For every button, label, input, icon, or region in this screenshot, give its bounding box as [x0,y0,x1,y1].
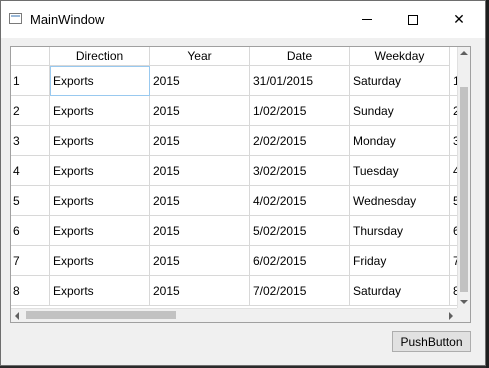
table-cell[interactable]: Monday [350,126,450,156]
table-cell[interactable]: 2015 [150,216,250,246]
table-cell[interactable]: 6/02/2015 [250,246,350,276]
table-view[interactable]: Direction Year Date Weekday 1 Exports 2015 31/0… [10,46,471,323]
table-cell[interactable]: 8 [450,276,457,306]
table-cell[interactable]: 5/02/2015 [250,216,350,246]
scroll-up-icon[interactable] [460,51,468,55]
scroll-down-icon[interactable] [460,300,468,304]
horizontal-scroll-thumb[interactable] [26,311,176,319]
window-title: MainWindow [30,12,105,27]
table-cell[interactable]: 6 [450,216,457,246]
vertical-scroll-thumb[interactable] [460,87,468,292]
table-cell[interactable]: 1/02/2015 [250,96,350,126]
table-cell[interactable]: Saturday [350,276,450,306]
table-cell[interactable]: Tuesday [350,156,450,186]
table-cell[interactable]: Exports [50,66,150,96]
table-cell[interactable]: 3 [450,126,457,156]
table-cell[interactable]: 2015 [150,96,250,126]
table-cell[interactable]: Sunday [350,96,450,126]
table-cell[interactable]: 4/02/2015 [250,186,350,216]
table-cell[interactable]: 2 [450,96,457,126]
scroll-left-icon[interactable] [15,312,19,320]
table-cell[interactable]: 5 [450,186,457,216]
column-header-year[interactable]: Year [150,47,250,66]
column-header-date[interactable]: Date [250,47,350,66]
table-cell[interactable]: 2015 [150,276,250,306]
table-cell[interactable]: Exports [50,276,150,306]
table-cell[interactable]: Exports [50,156,150,186]
row-header[interactable]: 2 [11,96,50,126]
table-cell[interactable]: 1 [450,66,457,96]
row-header[interactable]: 3 [11,126,50,156]
scrollbar-corner [457,308,470,322]
main-window: MainWindow ✕ Direction Year Date Weekday 1 Ex… [0,0,486,366]
window-app-icon [9,13,22,24]
table-cell[interactable]: 2015 [150,246,250,276]
table-cell[interactable]: Thursday [350,216,450,246]
row-header[interactable]: 4 [11,156,50,186]
minimize-icon [362,19,372,20]
table-cell[interactable]: 2015 [150,66,250,96]
table-cell[interactable]: 3/02/2015 [250,156,350,186]
vertical-scrollbar[interactable] [457,47,470,308]
table-cell[interactable]: 7/02/2015 [250,276,350,306]
column-header-direction[interactable]: Direction [50,47,150,66]
table-cell[interactable]: 7 [450,246,457,276]
minimize-button[interactable] [344,1,390,38]
table-cell[interactable]: 2015 [150,156,250,186]
row-header[interactable]: 6 [11,216,50,246]
table-cell[interactable]: Exports [50,246,150,276]
table-cell[interactable]: 2015 [150,186,250,216]
table-cell[interactable]: 2015 [150,126,250,156]
close-icon: ✕ [453,11,465,27]
table-cell[interactable]: Exports [50,96,150,126]
table-cell[interactable]: Friday [350,246,450,276]
maximize-button[interactable] [390,1,436,38]
maximize-icon [408,14,418,25]
scroll-right-icon[interactable] [449,312,453,320]
push-button[interactable]: PushButton [392,331,471,352]
table-corner-button[interactable] [11,47,50,66]
table-cell[interactable]: Exports [50,216,150,246]
table-cell[interactable]: Wednesday [350,186,450,216]
table-cell[interactable]: Exports [50,186,150,216]
table-cell[interactable]: 31/01/2015 [250,66,350,96]
title-bar[interactable]: MainWindow ✕ [1,1,485,38]
table-cell[interactable]: Exports [50,126,150,156]
row-header[interactable]: 7 [11,246,50,276]
table-cell[interactable]: 4 [450,156,457,186]
row-header[interactable]: 1 [11,66,50,96]
table-cell[interactable]: Saturday [350,66,450,96]
column-header-weekday[interactable]: Weekday [350,47,450,66]
row-header[interactable]: 5 [11,186,50,216]
row-header[interactable]: 8 [11,276,50,306]
table-cell[interactable]: 2/02/2015 [250,126,350,156]
close-button[interactable]: ✕ [436,1,482,38]
horizontal-scrollbar[interactable] [11,308,457,322]
